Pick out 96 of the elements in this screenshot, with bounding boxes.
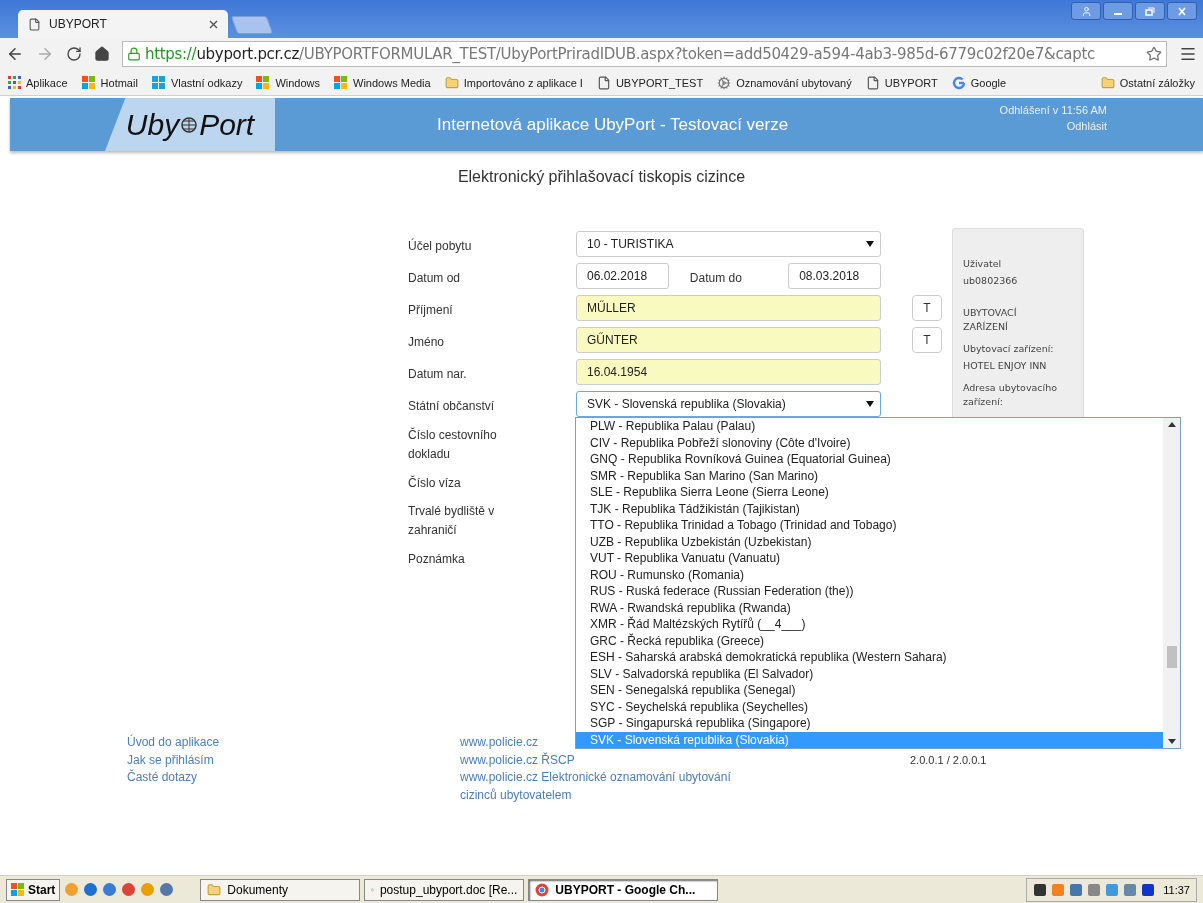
text-field[interactable]: 16.04.1954: [576, 359, 881, 385]
folder-icon: [444, 75, 459, 90]
close-icon[interactable]: [209, 19, 218, 29]
date-field[interactable]: 08.03.2018: [788, 263, 881, 289]
page-icon: [596, 75, 611, 90]
footer-link[interactable]: www.policie.cz Elektronické oznamování ubytování cizinců ubytovatelem: [460, 769, 760, 804]
tray-icon[interactable]: [1141, 882, 1156, 897]
taskbar-button[interactable]: postup_ubyport.doc [Re...: [364, 878, 525, 901]
bookmark-item[interactable]: Hotmail: [81, 75, 138, 90]
scrollbar-thumb[interactable]: [1167, 646, 1177, 668]
info-text: HOTEL ENJOY INN: [963, 359, 1048, 373]
google-icon: [951, 75, 966, 90]
windows-logo-icon: [256, 75, 271, 90]
menu-icon[interactable]: [1179, 45, 1197, 63]
seal-icon: [717, 75, 732, 90]
browser-tab[interactable]: UBYPORT: [18, 10, 228, 38]
apps-grid-icon: [8, 76, 21, 89]
version-text: 2.0.0.1 / 2.0.0.1: [910, 754, 988, 766]
info-text: UBYTOVACÍ ZAŘÍZENÍ: [963, 306, 1018, 334]
start-button[interactable]: Start: [6, 878, 61, 901]
select-field[interactable]: SVK - Slovenská republika (Slovakia): [576, 391, 881, 417]
ubyport-logo: Uby Port: [105, 98, 275, 151]
footer-link[interactable]: Úvod do aplikace: [127, 734, 460, 752]
folder-icon: [1100, 75, 1115, 90]
field-label: Jméno: [408, 333, 446, 351]
caret-icon: [866, 241, 874, 247]
field-label: Státní občanství: [408, 397, 496, 415]
taskbar-button[interactable]: UBYPORT - Google Ch...: [528, 878, 719, 901]
field-label: Trvalé bydliště v zahraničí: [408, 503, 496, 539]
scroll-down-icon: [1167, 739, 1176, 744]
clock: 11:37: [1163, 883, 1190, 896]
date-field[interactable]: 06.02.2018: [576, 263, 669, 289]
transliterate-button[interactable]: T: [912, 327, 942, 353]
caret-icon: [866, 401, 874, 407]
restore-icon: [1145, 6, 1155, 16]
windows-logo-icon: [11, 882, 25, 897]
transliterate-button[interactable]: T: [912, 295, 942, 321]
folder-icon: [207, 882, 222, 897]
reload-icon[interactable]: [66, 46, 82, 62]
info-text: Uživatel: [963, 257, 1003, 271]
footer-link[interactable]: www.policie.cz ŘSCP: [460, 751, 760, 769]
browser-icon: [535, 882, 550, 897]
field-label: Datum nar.: [408, 365, 468, 383]
page-icon: [28, 17, 41, 31]
bookmark-item[interactable]: Oznamování ubytovaný: [717, 75, 852, 90]
field-label: Datum od: [408, 269, 462, 287]
quick-launch-icon[interactable]: [83, 882, 99, 897]
text-field[interactable]: MŰLLER: [576, 295, 881, 321]
page-title: Elektronický přihlašovací tiskopis cizince: [456, 168, 747, 186]
field-label: Poznámka: [408, 551, 466, 568]
info-text: ub0802366: [963, 274, 1019, 288]
logout-info: Odhlášení v 11:56 AM: [999, 103, 1107, 116]
taskbar-button[interactable]: Dokumenty: [200, 878, 361, 901]
text-field[interactable]: GŰNTER: [576, 327, 881, 353]
url-text: https://ubyport.pcr.cz/UBYPORTFORMULAR_TEST/UbyPortPriradIDUB.aspx?token=add50429-a594-4ab3-985d-6779c02f20e7&captc: [145, 45, 1096, 63]
lock-icon: [127, 47, 141, 61]
field-label: Účel pobytu: [408, 237, 473, 255]
app-title: Internetová aplikace UbyPort - Testovací verze: [437, 114, 789, 135]
quick-launch-icon[interactable]: [102, 882, 118, 897]
bookmark-item[interactable]: Ostatní záložky: [1100, 75, 1195, 90]
home-icon[interactable]: [94, 46, 110, 62]
field-label: Příjmení: [408, 301, 454, 319]
info-text: Adresa ubytovacího zařízení:: [963, 381, 1059, 409]
windows-logo-icon: [151, 75, 166, 90]
scroll-up-icon: [1167, 422, 1176, 427]
bookmark-item[interactable]: Windows: [256, 75, 321, 90]
bookmark-item[interactable]: Windows Media: [334, 75, 431, 90]
page-icon: [865, 75, 880, 90]
bookmark-item[interactable]: Importováno z aplikace I: [444, 75, 583, 90]
field-label: Datum do: [689, 269, 743, 287]
bookmark-item[interactable]: Google: [951, 75, 1007, 90]
footer-link[interactable]: Jak se přihlásím: [127, 751, 460, 769]
new-tab-button[interactable]: [230, 16, 274, 34]
profile-button[interactable]: [1071, 2, 1101, 20]
restore-button[interactable]: [1135, 2, 1165, 20]
quick-launch-icon[interactable]: [159, 882, 175, 897]
bookmark-item[interactable]: UBYPORT_TEST: [596, 75, 704, 90]
footer-link[interactable]: Časté dotazy: [127, 769, 460, 787]
windows-logo-icon: [81, 75, 96, 90]
back-icon[interactable]: [6, 45, 24, 63]
bookmark-star-icon[interactable]: [1146, 46, 1162, 62]
address-field[interactable]: https://ubyport.pcr.cz/UBYPORTFORMULAR_TEST/UbyPortPriradIDUB.aspx?token=add50429-a594-4ab3-985d-6779c02f20e7&captc: [122, 41, 1167, 67]
bookmark-item[interactable]: Aplikace: [8, 76, 68, 89]
tray-icon[interactable]: [1033, 882, 1048, 897]
field-label: Číslo cestovního dokladu: [408, 426, 498, 463]
minimize-button[interactable]: [1103, 2, 1133, 20]
user-icon: [1080, 5, 1092, 17]
quick-launch-icon[interactable]: [121, 882, 137, 897]
field-label: Číslo víza: [408, 474, 462, 492]
info-text: Ubytovací zařízení:: [963, 342, 1055, 356]
bookmark-item[interactable]: Vlastní odkazy: [151, 75, 243, 90]
windows-logo-icon: [334, 75, 349, 90]
select-field[interactable]: 10 - TURISTIKA: [576, 231, 881, 257]
bookmark-item[interactable]: UBYPORT: [865, 75, 938, 90]
close-button[interactable]: [1167, 2, 1197, 20]
close-icon: [1177, 6, 1187, 16]
